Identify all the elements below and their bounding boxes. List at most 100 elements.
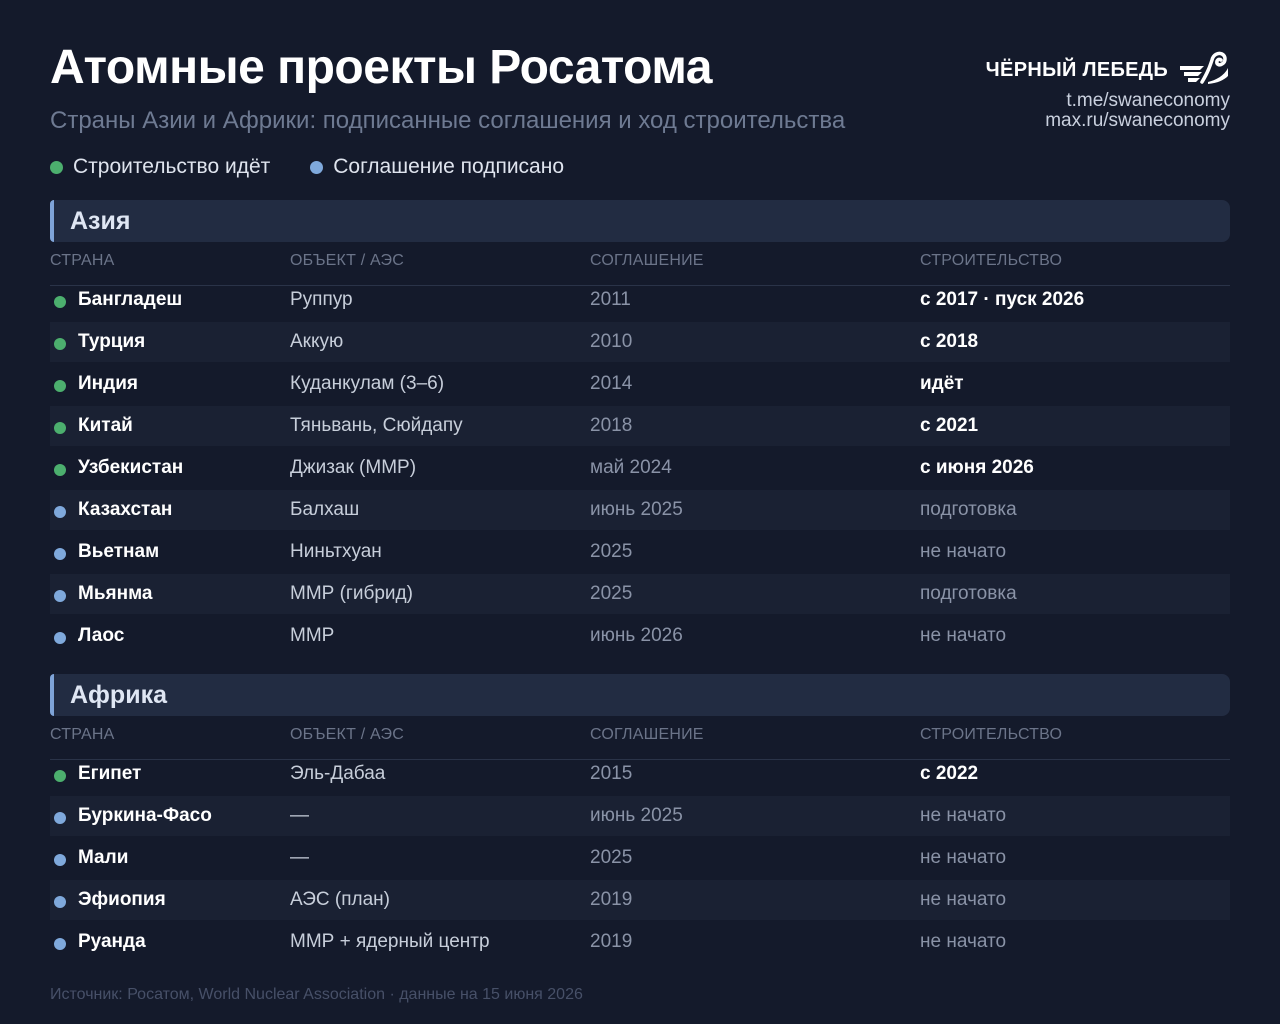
construction-cell: с 2017 · пуск 2026 [920,289,1085,310]
col-object: ОБЪЕКТ / АЭС [290,726,404,743]
agreement-cell: июнь 2026 [590,625,683,646]
blue-dot-icon [54,938,66,950]
object-cell: Тяньвань, Сюйдапу [290,415,463,436]
object-cell: ММР [290,625,335,646]
source-footnote: Источник: Росатом, World Nuclear Associa… [50,986,583,1003]
col-country: СТРАНА [50,252,115,269]
country-cell: Буркина-Фасо [78,805,212,826]
section-asia-header: Азия [50,200,1230,242]
col-construction: СТРОИТЕЛЬСТВО [920,252,1063,269]
construction-cell: не начато [920,625,1007,646]
country-cell: Казахстан [78,499,173,520]
col-agreement: СОГЛАШЕНИЕ [590,252,704,269]
green-dot-icon [54,770,66,782]
table-row: Вьетнам Ниньтхуан 2025 не начато [50,532,1230,572]
table-row: Турция Аккую 2010 с 2018 [50,322,1230,362]
agreement-cell: 2015 [590,763,633,784]
section-title: Африка [70,680,167,709]
object-cell: ММР (гибрид) [290,583,413,604]
blue-dot-icon [54,896,66,908]
construction-cell: не начато [920,847,1007,868]
table-row: Буркина-Фасо — июнь 2025 не начато [50,796,1230,836]
brand-name: ЧЁРНЫЙ ЛЕБЕДЬ [985,59,1168,81]
country-cell: Вьетнам [78,541,160,562]
table-row: Руанда ММР + ядерный центр 2019 не начато [50,922,1230,962]
max-link[interactable]: max.ru/swaneconomy [986,111,1230,131]
table-row: Китай Тяньвань, Сюйдапу 2018 с 2021 [50,406,1230,446]
construction-cell: не начато [920,931,1007,952]
green-dot-icon [54,464,66,476]
construction-cell: идёт [920,373,964,394]
blue-dot-icon [310,160,324,174]
country-cell: Бангладеш [78,289,183,310]
col-agreement: СОГЛАШЕНИЕ [590,726,704,743]
object-cell: Джизак (ММР) [290,457,417,478]
country-cell: Индия [78,373,138,394]
agreement-cell: 2014 [590,373,633,394]
green-dot-icon [50,160,63,174]
object-cell: — [290,805,309,826]
construction-cell: не начато [920,805,1007,826]
legend-agreement: Соглашение подписано [310,155,564,179]
blue-dot-icon [54,548,66,560]
object-cell: Куданкулам (3–6) [290,373,445,394]
legend-construction: Строительство идёт [50,155,270,179]
construction-cell: с 2022 [920,763,979,784]
green-dot-icon [54,296,66,308]
object-cell: Ниньтхуан [290,541,382,562]
blue-dot-icon [54,812,66,824]
green-dot-icon [54,338,66,350]
country-cell: Мьянма [78,583,153,604]
agreement-cell: 2010 [590,331,633,352]
table-row: Лаос ММР июнь 2026 не начато [50,616,1230,656]
legend-construction-label: Строительство идёт [73,155,271,178]
agreement-cell: 2025 [590,583,633,604]
country-cell: Узбекистан [78,457,184,478]
construction-cell: подготовка [920,583,1017,604]
blue-dot-icon [54,854,66,866]
page-title: Атомные проекты Росатома [50,41,712,94]
agreement-cell: 2025 [590,847,633,868]
agreement-cell: май 2024 [590,457,672,478]
construction-cell: с 2018 [920,331,979,352]
brand-block: ЧЁРНЫЙ ЛЕБЕДЬ t.me/swaneconomy max.ru/sw… [986,50,1230,131]
country-cell: Мали [78,847,129,868]
section-africa-header: Африка [50,674,1230,716]
object-cell: Руппур [290,289,353,310]
construction-cell: подготовка [920,499,1017,520]
table-row: Египет Эль-Дабаа 2015 с 2022 [50,754,1230,794]
swan-logo-icon [1178,50,1230,91]
table-row: Узбекистан Джизак (ММР) май 2024 с июня 202… [50,448,1230,488]
col-object: ОБЪЕКТ / АЭС [290,252,404,269]
col-country: СТРАНА [50,726,115,743]
country-cell: Руанда [78,931,146,952]
legend-agreement-label: Соглашение подписано [333,155,565,178]
country-cell: Эфиопия [78,889,166,910]
agreement-cell: июнь 2025 [590,805,683,826]
table-row: Бангладеш Руппур 2011 с 2017 · пуск 2026 [50,280,1230,320]
agreement-cell: 2019 [590,931,633,952]
construction-cell: с 2021 [920,415,979,436]
page-subtitle: Страны Азии и Африки: подписанные соглаш… [50,107,846,134]
telegram-link[interactable]: t.me/swaneconomy [986,91,1230,111]
agreement-cell: 2018 [590,415,633,436]
object-cell: Аккую [290,331,344,352]
table-row: Мьянма ММР (гибрид) 2025 подготовка [50,574,1230,614]
construction-cell: не начато [920,889,1007,910]
agreement-cell: 2011 [590,289,631,310]
object-cell: Эль-Дабаа [290,763,386,784]
table-row: Мали — 2025 не начато [50,838,1230,878]
table-row: Казахстан Балхаш июнь 2025 подготовка [50,490,1230,530]
object-cell: — [290,847,309,868]
object-cell: АЭС (план) [290,889,391,910]
country-cell: Египет [78,763,142,784]
blue-dot-icon [54,590,66,602]
agreement-cell: июнь 2025 [590,499,683,520]
country-cell: Лаос [78,625,125,646]
table-row: Индия Куданкулам (3–6) 2014 идёт [50,364,1230,404]
section-title: Азия [70,206,131,235]
col-construction: СТРОИТЕЛЬСТВО [920,726,1063,743]
green-dot-icon [54,380,66,392]
blue-dot-icon [54,632,66,644]
construction-cell: с июня 2026 [920,457,1034,478]
